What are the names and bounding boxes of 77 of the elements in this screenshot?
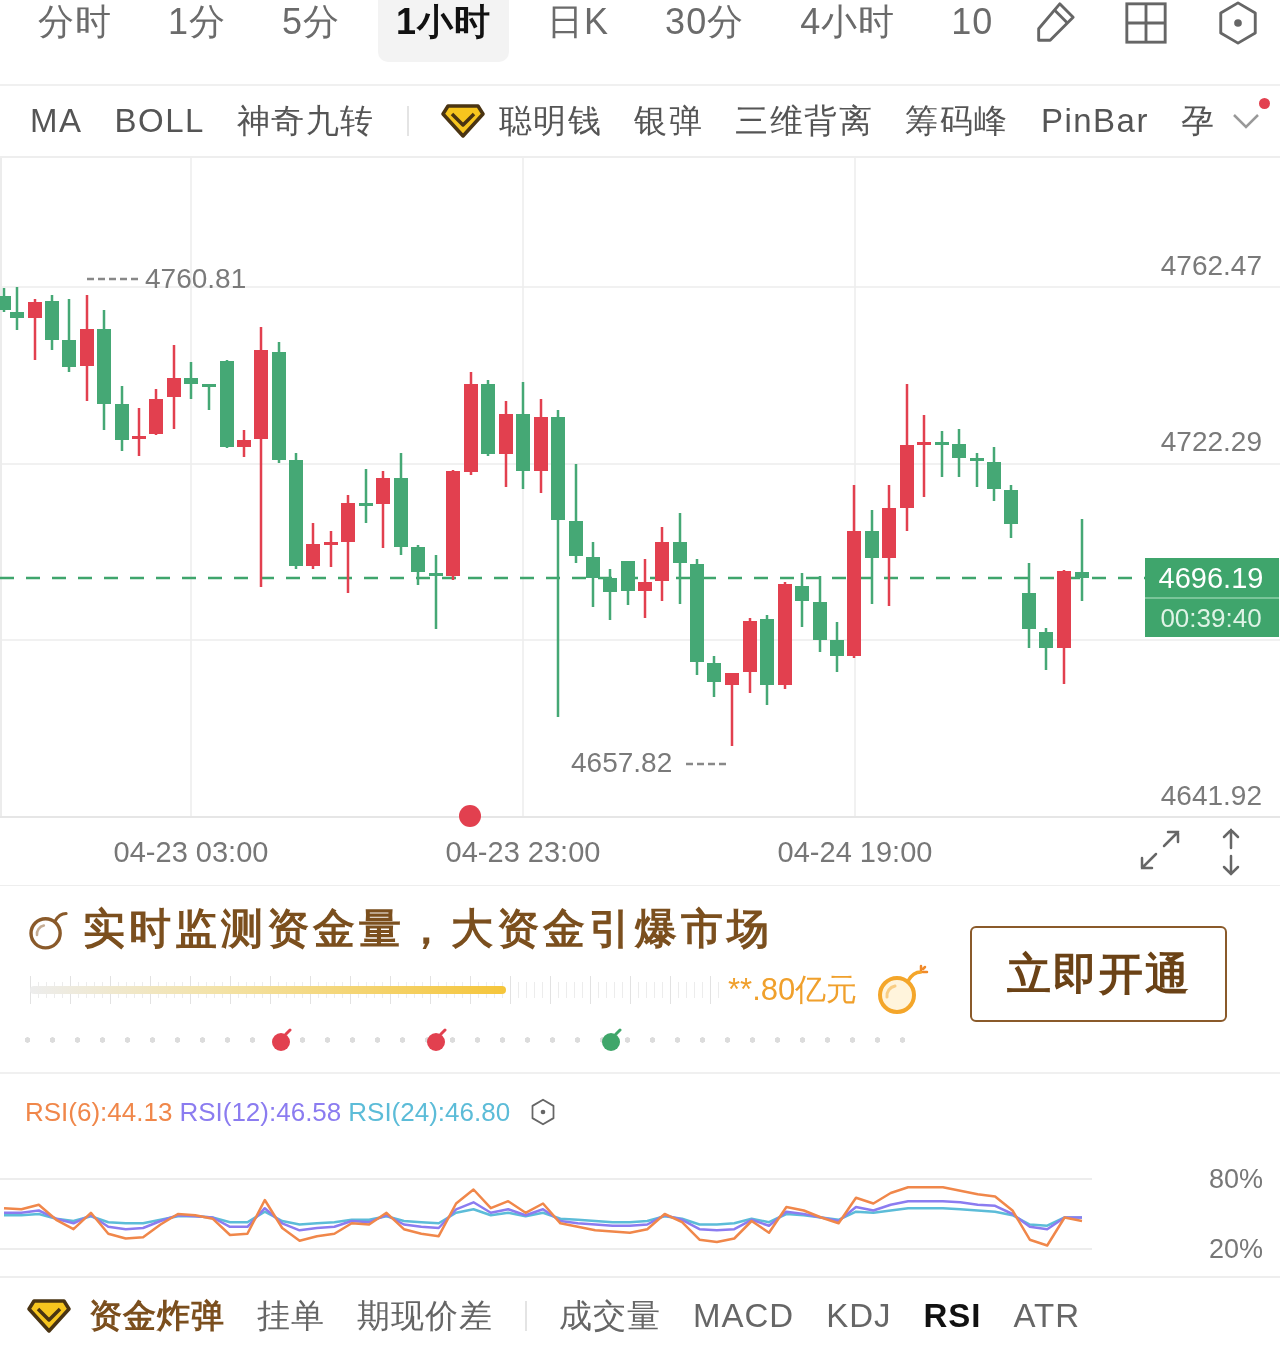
period-tab[interactable]: 分时 bbox=[20, 0, 130, 62]
candlestick bbox=[970, 453, 984, 487]
indicator-option[interactable]: PinBar bbox=[1040, 102, 1149, 140]
candlestick bbox=[132, 408, 146, 456]
low-price-label: 4657.82 bbox=[571, 746, 673, 778]
candlestick bbox=[306, 523, 320, 569]
candlestick bbox=[987, 447, 1001, 501]
rsi-legend-item: RSI(12):46.58 bbox=[179, 1096, 342, 1128]
indicator-option[interactable]: 孕 bbox=[1180, 98, 1216, 144]
current-price: 4696.19 bbox=[1158, 562, 1264, 594]
time-axis-label: 04-23 23:00 bbox=[445, 836, 601, 868]
candlestick bbox=[149, 389, 163, 435]
rsi-legend-item: RSI(6):44.13 bbox=[25, 1096, 173, 1128]
indicator-option[interactable]: 银弹 bbox=[634, 98, 704, 144]
period-tab[interactable]: 1小时 bbox=[378, 0, 510, 62]
indicator-tab[interactable]: 资金炸弹 bbox=[27, 1293, 225, 1339]
candlestick bbox=[28, 299, 42, 360]
indicator-tab[interactable]: MACD bbox=[693, 1297, 795, 1335]
indicator-tab[interactable]: ATR bbox=[1013, 1297, 1081, 1335]
candlestick bbox=[184, 362, 198, 399]
candlestick bbox=[115, 386, 129, 451]
indicator-tab[interactable]: 成交量 bbox=[559, 1293, 661, 1339]
indicator-option[interactable]: 神奇九转 bbox=[236, 98, 375, 144]
period-tab[interactable]: 5分 bbox=[264, 0, 359, 62]
up-down-arrows-icon[interactable] bbox=[1222, 828, 1240, 876]
activate-button[interactable]: 立即开通 bbox=[970, 926, 1227, 1022]
promo-headline: 实时监测资金量，大资金引爆市场 bbox=[83, 904, 773, 954]
candlestick bbox=[237, 430, 251, 457]
period-tab[interactable]: 日K bbox=[529, 0, 628, 62]
indicator-option[interactable]: 聪明钱 bbox=[440, 98, 603, 144]
period-tab[interactable]: 30分 bbox=[647, 0, 763, 62]
indicator-option[interactable]: MA bbox=[30, 102, 83, 140]
price-axis-label: 4762.47 bbox=[1160, 249, 1262, 281]
indicator-tab[interactable]: 期现价差 bbox=[357, 1293, 493, 1339]
candlestick bbox=[952, 429, 966, 477]
indicator-tab[interactable]: RSI bbox=[923, 1297, 982, 1335]
axis-label: 20% bbox=[1208, 1234, 1263, 1264]
axis-label: 80% bbox=[1208, 1164, 1263, 1194]
candlestick bbox=[795, 573, 809, 627]
time-axis-label: 04-24 19:00 bbox=[777, 836, 933, 868]
event-marker-icon bbox=[459, 805, 481, 827]
fund-amount: **.80亿元 bbox=[728, 971, 858, 1009]
leader-line bbox=[686, 762, 727, 766]
candlestick bbox=[707, 656, 721, 697]
candlestick bbox=[324, 531, 338, 567]
candlestick bbox=[45, 295, 59, 350]
candlestick bbox=[1039, 628, 1053, 670]
expand-icon[interactable] bbox=[1140, 830, 1180, 870]
candlestick bbox=[621, 561, 635, 605]
candlestick bbox=[202, 384, 216, 410]
indicator-tab[interactable]: KDJ bbox=[826, 1297, 892, 1335]
candlestick bbox=[586, 542, 600, 607]
diamond-icon bbox=[27, 1298, 71, 1334]
rsi-legend-item: RSI(24):46.80 bbox=[348, 1096, 511, 1128]
candlestick bbox=[359, 469, 373, 523]
candlestick bbox=[1004, 485, 1018, 538]
period-tab[interactable]: 10 bbox=[933, 0, 1012, 62]
candlestick bbox=[935, 431, 949, 477]
candlestick bbox=[603, 569, 617, 620]
indicator-option[interactable]: BOLL bbox=[114, 102, 205, 140]
price-axis-label: 4722.29 bbox=[1160, 425, 1262, 457]
period-tab[interactable]: 4小时 bbox=[782, 0, 914, 62]
grid-icon[interactable] bbox=[1123, 0, 1170, 46]
indicator-tab[interactable]: 挂单 bbox=[257, 1293, 325, 1339]
countdown-timer: 00:39:40 bbox=[1160, 603, 1262, 633]
indicator-option[interactable]: 筹码峰 bbox=[905, 98, 1009, 144]
leader-line bbox=[87, 277, 140, 281]
candlestick bbox=[411, 545, 425, 585]
candlestick bbox=[830, 622, 844, 672]
indicator-option[interactable]: 三维背离 bbox=[735, 98, 874, 144]
time-axis-label: 04-23 03:00 bbox=[113, 836, 269, 868]
price-axis-label: 4641.92 bbox=[1160, 779, 1262, 811]
candlestick bbox=[638, 559, 652, 618]
chevron-down-icon[interactable] bbox=[1232, 112, 1260, 130]
period-tab[interactable]: 1分 bbox=[150, 0, 245, 62]
diamond-icon bbox=[440, 103, 485, 139]
high-price-label: 4760.81 bbox=[145, 262, 247, 294]
